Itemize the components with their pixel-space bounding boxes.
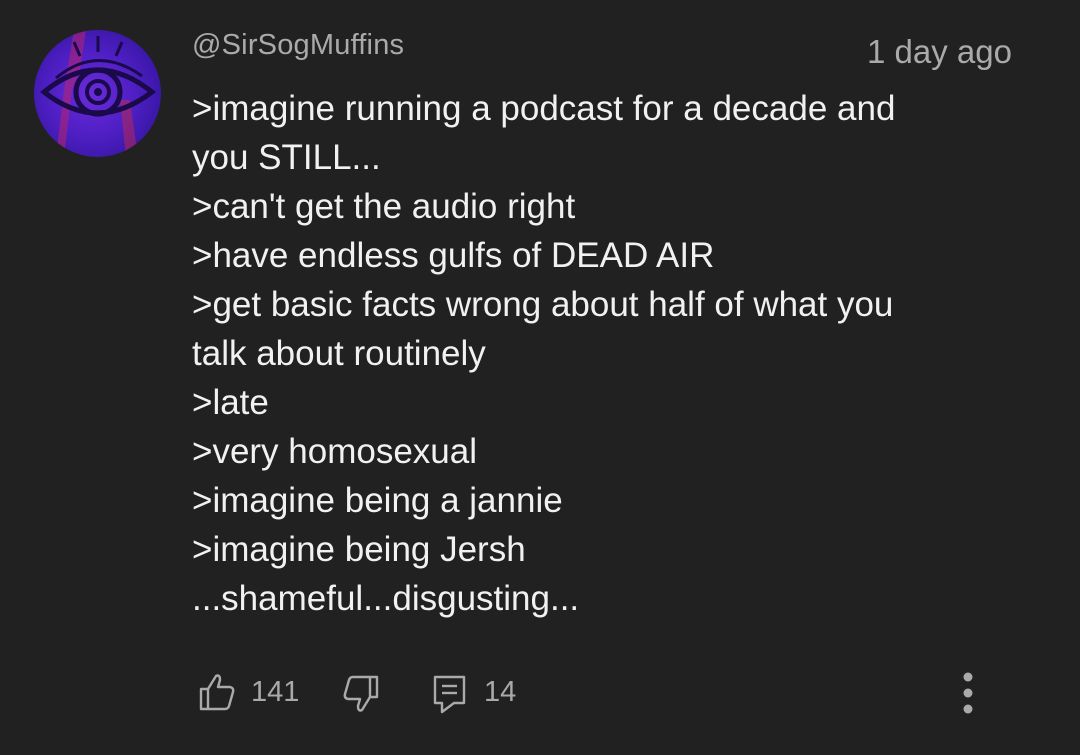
- comment-card: @SirSogMuffins 1 day ago >imagine runnin…: [0, 0, 1080, 755]
- comment-action-bar: 141 14: [0, 668, 1080, 718]
- reply-count: 14: [484, 676, 517, 708]
- comment-line: >imagine running a podcast for a decade …: [192, 89, 896, 128]
- comment-line: >get basic facts wrong about half of wha…: [192, 285, 894, 324]
- comment-line: >imagine being a jannie: [192, 481, 563, 520]
- like-count: 141: [251, 676, 300, 708]
- eye-avatar-icon: [40, 30, 157, 157]
- comment-line: >very homosexual: [192, 432, 478, 471]
- comment-timestamp[interactable]: 1 day ago: [867, 33, 1012, 71]
- comment-line: you STILL...: [192, 138, 381, 177]
- comment-line: >have endless gulfs of DEAD AIR: [192, 236, 715, 275]
- comment-line: ...shameful...disgusting...: [192, 579, 580, 618]
- thumbs-up-icon[interactable]: [198, 672, 236, 712]
- comment-line: talk about routinely: [192, 334, 486, 373]
- comment-author[interactable]: @SirSogMuffins: [192, 29, 404, 62]
- comment-body: >imagine running a podcast for a decade …: [192, 84, 1022, 623]
- more-vertical-icon[interactable]: [955, 670, 981, 716]
- avatar[interactable]: [34, 30, 161, 157]
- comment-line: >late: [192, 383, 269, 422]
- thumbs-down-icon[interactable]: [342, 674, 380, 714]
- comment-line: >imagine being Jersh: [192, 530, 526, 569]
- comment-icon[interactable]: [432, 674, 468, 714]
- comment-line: >can't get the audio right: [192, 187, 576, 226]
